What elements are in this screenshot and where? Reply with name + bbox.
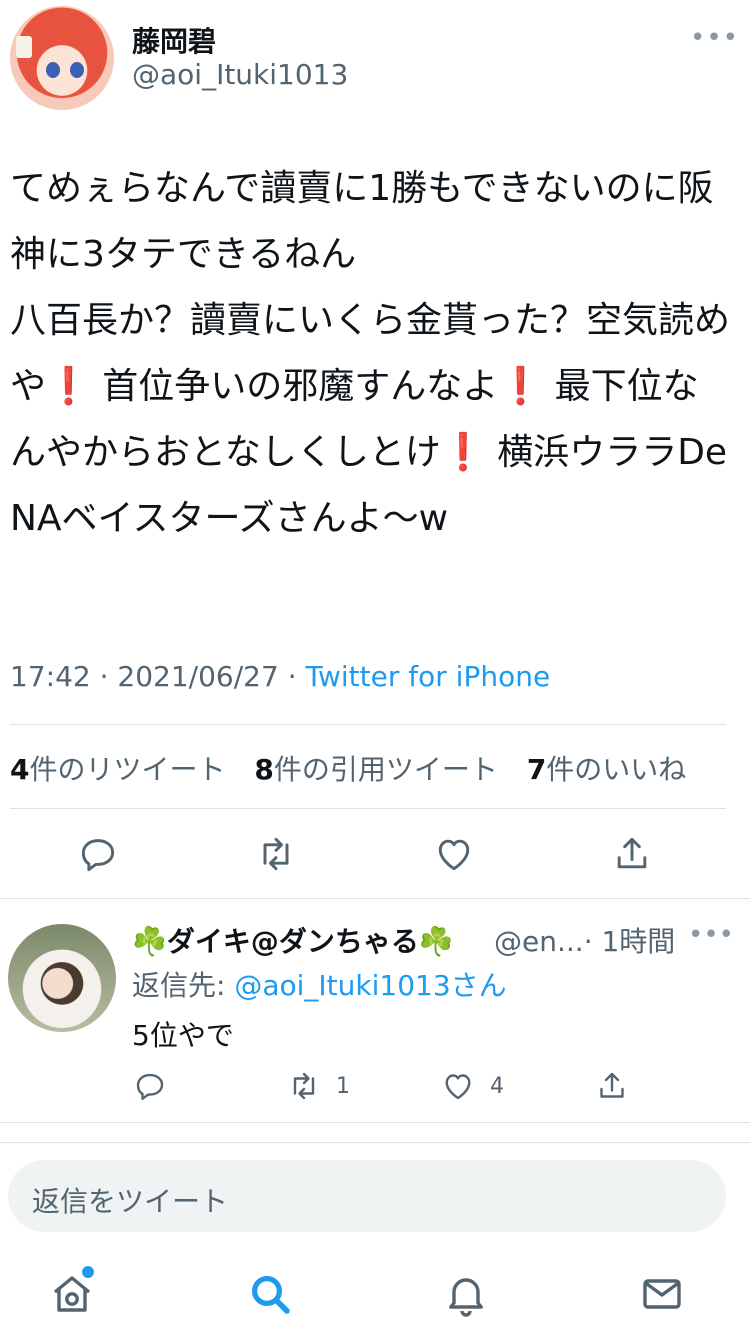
divider bbox=[0, 1122, 750, 1123]
tweet-source-link[interactable]: Twitter for iPhone bbox=[306, 660, 551, 693]
reply-retweet-button[interactable]: 1 bbox=[286, 1064, 350, 1108]
divider bbox=[0, 898, 750, 899]
reply-button[interactable] bbox=[72, 828, 124, 880]
reply-time: · 1時間 bbox=[583, 925, 676, 958]
retweet-button[interactable] bbox=[250, 828, 302, 880]
quotes-count: 8 bbox=[254, 753, 274, 786]
meta-separator: · bbox=[287, 660, 297, 693]
search-icon bbox=[252, 1276, 290, 1314]
retweets-label: 件のリツイート bbox=[29, 753, 226, 786]
tweet-header: 藤岡碧 @aoi_Ituki1013 ••• bbox=[0, 0, 750, 130]
hair-bow bbox=[16, 36, 32, 58]
more-horizontal-icon[interactable]: ••• bbox=[688, 920, 734, 950]
reply-icon bbox=[136, 1073, 164, 1100]
display-name[interactable]: 藤岡碧 bbox=[132, 20, 216, 60]
share-icon bbox=[617, 837, 647, 869]
meta-separator: · bbox=[99, 660, 109, 693]
reply-icon bbox=[81, 839, 115, 872]
exclamation-emoji: ❗ bbox=[46, 366, 91, 407]
reply-display-name[interactable]: ☘️ダイキ@ダンちゃる☘️ bbox=[132, 920, 454, 960]
reply-handle-text: @en... bbox=[494, 925, 584, 958]
divider bbox=[10, 808, 726, 809]
quotes-stat[interactable]: 8件の引用ツイート bbox=[254, 753, 498, 786]
bell-icon bbox=[449, 1278, 483, 1317]
reply-compose-input[interactable]: 返信をツイート bbox=[8, 1160, 726, 1232]
retweets-stat[interactable]: 4件のリツイート bbox=[10, 753, 226, 786]
reply-retweet-count: 1 bbox=[336, 1073, 350, 1099]
avatar[interactable] bbox=[10, 6, 114, 110]
tweet-text-segment: 首位争いの邪魔すんなよ bbox=[90, 366, 499, 407]
tab-search[interactable] bbox=[244, 1268, 296, 1320]
reply-reply-button[interactable] bbox=[132, 1064, 182, 1108]
reply-like-button[interactable]: 4 bbox=[440, 1064, 504, 1108]
exclamation-emoji: ❗ bbox=[498, 366, 544, 407]
tweet-text: てめぇらなんで讀賣に1勝もできないのに阪神に3タテできるねん 八百長か？讀賣にい… bbox=[10, 156, 730, 552]
new-content-dot bbox=[82, 1266, 94, 1278]
reply-to-prefix: 返信先: bbox=[132, 969, 235, 1002]
likes-label: 件のいいね bbox=[546, 753, 687, 786]
share-button[interactable] bbox=[606, 828, 658, 880]
compose-placeholder: 返信をツイート bbox=[32, 1185, 229, 1218]
reply-like-count: 4 bbox=[490, 1073, 504, 1099]
tweet-time: 17:42 bbox=[10, 660, 91, 693]
share-icon bbox=[600, 1072, 624, 1098]
reply-to: 返信先: @aoi_Ituki1013さん bbox=[132, 964, 507, 1004]
likes-count: 7 bbox=[526, 753, 547, 786]
avatar-eye bbox=[46, 62, 60, 78]
heart-icon bbox=[438, 839, 470, 871]
mail-icon bbox=[643, 1279, 681, 1309]
reply-action-bar: 1 4 bbox=[0, 1064, 750, 1108]
tweet-action-bar bbox=[0, 828, 750, 880]
divider bbox=[10, 724, 726, 725]
reply-share-button[interactable] bbox=[594, 1064, 644, 1108]
retweets-count: 4 bbox=[10, 753, 30, 786]
heart-icon bbox=[445, 1074, 471, 1100]
like-button[interactable] bbox=[428, 828, 480, 880]
more-horizontal-icon[interactable]: ••• bbox=[690, 20, 738, 56]
tweet-stats: 4件のリツイート 8件の引用ツイート 7件のいいね bbox=[10, 748, 706, 788]
bottom-tab-bar bbox=[0, 1262, 750, 1334]
reply-handle[interactable]: @en...· 1時間 bbox=[494, 920, 675, 960]
reply-to-suffix: さん bbox=[450, 969, 507, 1002]
reply-avatar[interactable] bbox=[8, 924, 116, 1032]
retweet-icon bbox=[263, 837, 289, 871]
quotes-label: 件の引用ツイート bbox=[273, 753, 498, 786]
reply-text: 5位やで bbox=[132, 1019, 234, 1052]
reply-display-name-text: ☘️ダイキ@ダンちゃる☘️ bbox=[132, 925, 454, 958]
likes-stat[interactable]: 7件のいいね bbox=[527, 753, 687, 786]
retweet-icon bbox=[293, 1072, 315, 1100]
avatar-eye bbox=[70, 62, 84, 78]
divider bbox=[0, 1142, 750, 1143]
exclamation-emoji: ❗ bbox=[440, 432, 486, 473]
tab-notifications[interactable] bbox=[440, 1268, 492, 1320]
reply-tweet[interactable]: ☘️ダイキ@ダンちゃる☘️ @en...· 1時間 ••• 返信先: @aoi_… bbox=[0, 900, 750, 1124]
user-handle[interactable]: @aoi_Ituki1013 bbox=[132, 58, 348, 91]
tweet-date: 2021/06/27 bbox=[117, 660, 279, 693]
tab-messages[interactable] bbox=[636, 1268, 688, 1320]
reply-to-mention[interactable]: @aoi_Ituki1013 bbox=[234, 969, 450, 1002]
tweet-meta: 17:42 · 2021/06/27 · Twitter for iPhone bbox=[10, 660, 550, 693]
